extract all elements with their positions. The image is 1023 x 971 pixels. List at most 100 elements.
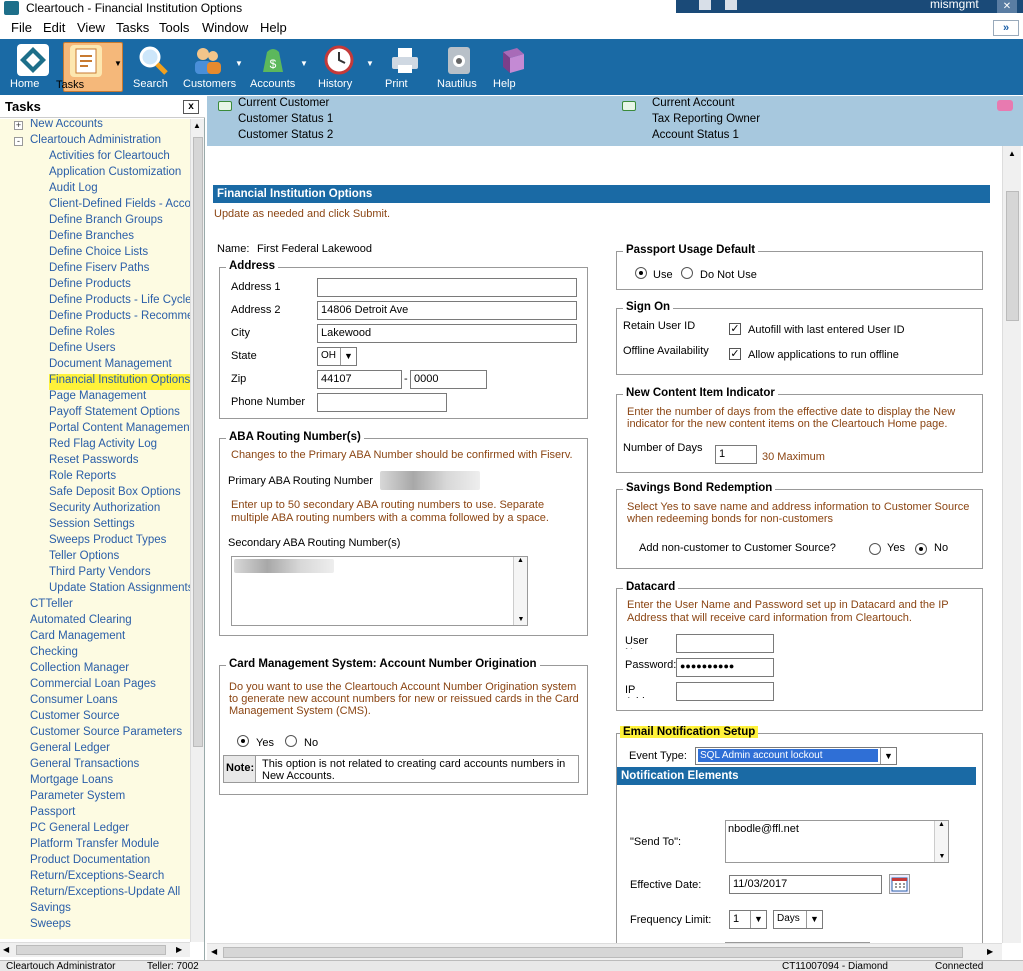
phone-input[interactable]	[317, 393, 447, 412]
savings-bond-no-radio[interactable]	[915, 543, 927, 555]
task-item[interactable]: Consumer Loans	[30, 694, 118, 710]
task-item[interactable]: Financial Institution Options	[49, 374, 190, 390]
task-item[interactable]: Document Management	[49, 358, 172, 374]
toolbar-history-button[interactable]: History	[318, 42, 360, 92]
task-item[interactable]: Third Party Vendors	[49, 566, 151, 582]
tasks-horizontal-scrollbar[interactable]: ◀ ▶	[0, 942, 190, 957]
toolbar-customers-button[interactable]: Customers	[183, 42, 236, 92]
event-type-select[interactable]: SQL Admin account lockout ▼	[695, 747, 897, 765]
task-item[interactable]: Reset Passwords	[49, 454, 138, 470]
expand-icon[interactable]: +	[14, 121, 23, 130]
task-item[interactable]: Application Customization	[49, 166, 181, 182]
task-item[interactable]: Define Branch Groups	[49, 214, 163, 230]
scroll-down-icon[interactable]: ▼	[935, 853, 949, 860]
task-item[interactable]: Session Settings	[49, 518, 135, 534]
task-item[interactable]: Define Products - Life Cycle	[49, 294, 190, 310]
scroll-down-icon[interactable]: ▼	[514, 616, 528, 623]
scroll-up-icon[interactable]: ▲	[514, 557, 527, 564]
menu-file[interactable]: File	[11, 20, 32, 35]
retain-user-id-checkbox[interactable]: ✓	[729, 323, 741, 335]
task-item[interactable]: Collection Manager	[30, 662, 129, 678]
task-item[interactable]: Parameter System	[30, 790, 125, 806]
datacard-ip-input[interactable]	[676, 682, 774, 701]
task-item[interactable]: Define Branches	[49, 230, 134, 246]
content-hscroll-thumb[interactable]	[223, 947, 963, 958]
task-item[interactable]: Return/Exceptions-Update All	[30, 886, 180, 902]
task-item[interactable]: Customer Source Parameters	[30, 726, 182, 742]
task-item[interactable]: Define Fiserv Paths	[49, 262, 149, 278]
primary-aba-input[interactable]	[380, 471, 480, 490]
toolbar-home-button[interactable]: Home	[10, 42, 56, 92]
task-item[interactable]: CTTeller	[30, 598, 73, 614]
content-horizontal-scrollbar[interactable]: ◀ ▶	[207, 943, 1002, 960]
tasks-scroll-thumb[interactable]	[193, 137, 203, 747]
textarea-scrollbar[interactable]: ▲ ▼	[934, 821, 948, 862]
menu-tasks[interactable]: Tasks	[116, 20, 149, 35]
task-item[interactable]: Automated Clearing	[30, 614, 132, 630]
frequency-limit-select[interactable]: 1 ▼	[729, 910, 767, 929]
task-item[interactable]: Commercial Loan Pages	[30, 678, 156, 694]
task-item[interactable]: Client-Defined Fields - Accou	[49, 198, 190, 214]
task-item[interactable]: Define Products	[49, 278, 131, 294]
task-item[interactable]: Card Management	[30, 630, 125, 646]
scroll-left-icon[interactable]: ◀	[3, 945, 9, 954]
scroll-up-icon[interactable]: ▲	[1008, 149, 1016, 158]
effective-date-input[interactable]: 11/03/2017	[729, 875, 882, 894]
accounts-dropdown-icon[interactable]: ▼	[300, 59, 308, 68]
task-item[interactable]: Safe Deposit Box Options	[49, 486, 181, 502]
tasks-hscroll-thumb[interactable]	[16, 945, 166, 955]
task-item[interactable]: Red Flag Activity Log	[49, 438, 157, 454]
close-tasks-icon[interactable]: x	[183, 100, 199, 114]
task-item[interactable]: Teller Options	[49, 550, 119, 566]
number-of-days-input[interactable]: 1	[715, 445, 757, 464]
tasks-vertical-scrollbar[interactable]: ▲	[190, 119, 204, 942]
savings-bond-yes-radio[interactable]	[869, 543, 881, 555]
scroll-left-icon[interactable]: ◀	[211, 947, 217, 956]
toolbar-nautilus-button[interactable]: Nautilus	[437, 42, 481, 92]
menu-view[interactable]: View	[77, 20, 105, 35]
content-scroll-thumb[interactable]	[1006, 191, 1019, 321]
task-item[interactable]: Update Station Assignments	[49, 582, 190, 598]
task-item[interactable]: Page Management	[49, 390, 146, 406]
task-item[interactable]: General Transactions	[30, 758, 139, 774]
close-icon[interactable]: ✕	[997, 0, 1017, 13]
toolbar-print-button[interactable]: Print	[385, 42, 425, 92]
tray-lock-icon[interactable]	[725, 0, 737, 10]
toolbar-help-button[interactable]: Help	[493, 42, 533, 92]
task-item[interactable]: Define Choice Lists	[49, 246, 148, 262]
task-item[interactable]: Cleartouch Administration	[30, 134, 161, 150]
task-item[interactable]: Customer Source	[30, 710, 119, 726]
address2-input[interactable]: 14806 Detroit Ave	[317, 301, 577, 320]
menu-help[interactable]: Help	[260, 20, 287, 35]
toolbar-tasks-button[interactable]: Tasks ▼	[56, 42, 123, 92]
tray-pin-icon[interactable]	[699, 0, 711, 10]
passport-use-radio[interactable]	[635, 267, 647, 279]
zip4-input[interactable]: 0000	[410, 370, 487, 389]
content-vertical-scrollbar[interactable]: ▲	[1002, 146, 1021, 943]
task-item[interactable]: Checking	[30, 646, 78, 662]
history-dropdown-icon[interactable]: ▼	[366, 59, 374, 68]
task-item[interactable]: General Ledger	[30, 742, 110, 758]
scroll-up-icon[interactable]: ▲	[935, 821, 948, 828]
eraser-icon[interactable]	[997, 100, 1013, 111]
menu-edit[interactable]: Edit	[43, 20, 65, 35]
scroll-right-icon[interactable]: ▶	[987, 947, 993, 956]
secondary-aba-textarea[interactable]: ▲ ▼	[231, 556, 528, 626]
task-item[interactable]: Security Authorization	[49, 502, 160, 518]
toolbar-search-button[interactable]: Search	[133, 42, 173, 92]
textarea-scrollbar[interactable]: ▲ ▼	[513, 557, 527, 625]
state-select[interactable]: OH ▼	[317, 347, 357, 366]
cms-yes-radio[interactable]	[237, 735, 249, 747]
menu-tools[interactable]: Tools	[159, 20, 189, 35]
task-item[interactable]: Activities for Cleartouch	[49, 150, 170, 166]
task-item[interactable]: Savings	[30, 902, 71, 918]
task-item[interactable]: Define Users	[49, 342, 115, 358]
send-to-textarea[interactable]: nbodle@ffl.net ▲ ▼	[725, 820, 949, 863]
scroll-right-icon[interactable]: ▶	[176, 945, 182, 954]
city-input[interactable]: Lakewood	[317, 324, 577, 343]
task-item[interactable]: Platform Transfer Module	[30, 838, 159, 854]
scroll-up-icon[interactable]: ▲	[193, 121, 201, 130]
account-note-icon[interactable]	[622, 101, 636, 111]
toolbar-accounts-button[interactable]: $ Accounts	[250, 42, 296, 92]
datacard-password-input[interactable]: ●●●●●●●●●●	[676, 658, 774, 677]
